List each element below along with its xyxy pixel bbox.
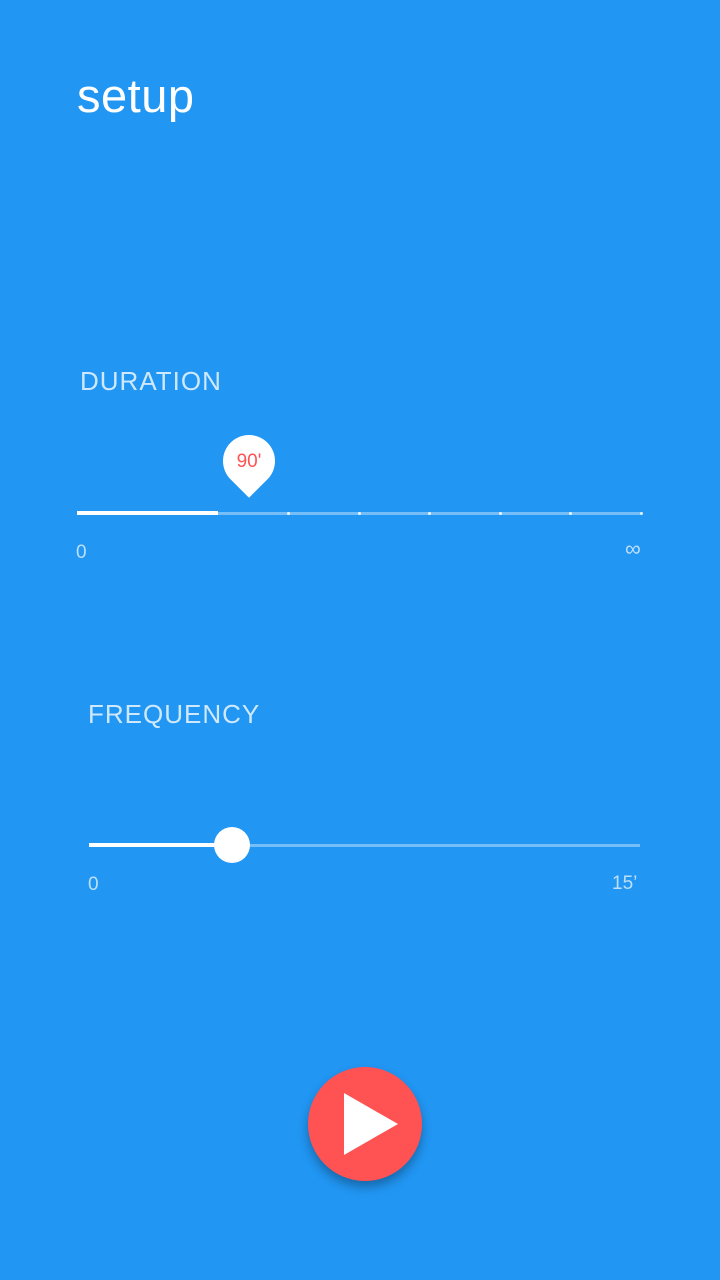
frequency-label: FREQUENCY [88,699,261,729]
duration-tick [287,511,290,515]
duration-tick [639,511,643,515]
duration-tick [569,511,572,515]
duration-max-label: ∞ [625,536,641,561]
frequency-thumb[interactable] [214,827,251,863]
duration-value-label: 90' [236,451,262,472]
play-icon [344,1093,398,1155]
duration-label: DURATION [80,366,222,396]
duration-track-fill [77,511,218,515]
frequency-max-label: 15’ [612,873,638,894]
frequency-slider[interactable] [89,825,640,865]
duration-tick [357,511,361,515]
duration-tick [428,511,431,515]
duration-tick [498,511,502,515]
play-button[interactable] [308,1067,422,1181]
frequency-track-fill [89,843,233,847]
duration-min-label: 0 [76,542,87,563]
page-title: setup [77,69,195,122]
duration-slider[interactable] [77,493,643,533]
frequency-min-label: 0 [88,874,99,895]
